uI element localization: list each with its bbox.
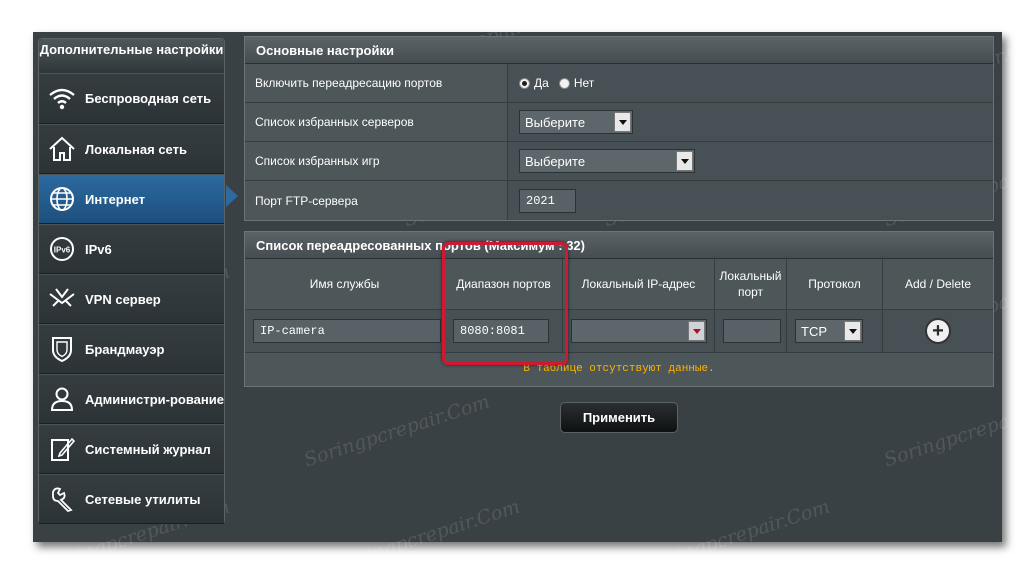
favorite-games-select[interactable]: Выберите — [519, 149, 695, 173]
chevron-down-icon[interactable] — [844, 321, 861, 341]
globe-icon — [39, 184, 85, 214]
active-item-arrow — [226, 185, 238, 207]
enable-forwarding-options: Да Нет — [508, 64, 993, 102]
chevron-down-icon[interactable] — [688, 321, 705, 341]
radio-no-dot[interactable] — [558, 77, 570, 89]
local-port-cell — [715, 310, 787, 352]
sidebar-item-label: IPv6 — [85, 241, 112, 257]
ipv6-globe-icon: IPv6 — [39, 234, 85, 264]
protocol-cell: TCP — [787, 310, 883, 352]
radio-no-label: Нет — [573, 76, 595, 90]
sidebar-item-lan[interactable]: Локальная сеть — [39, 124, 224, 174]
svg-text:IPv6: IPv6 — [54, 246, 71, 255]
log-edit-icon — [39, 434, 85, 464]
add-icon[interactable]: + — [925, 318, 951, 344]
new-rule-row: IP-camera 8080:8081 TCP + — [245, 310, 993, 353]
favorite-games-row: Список избранных игр Выберите — [245, 142, 993, 181]
sidebar-item-network-tools[interactable]: Сетевые утилиты — [39, 474, 224, 524]
enable-forwarding-label: Включить переадресацию портов — [245, 64, 508, 102]
protocol-select[interactable]: TCP — [795, 319, 863, 343]
service-name-cell: IP-camera — [245, 310, 445, 352]
sidebar-item-label: Администри-рование — [85, 391, 224, 407]
local-ip-cell — [563, 310, 715, 352]
port-range-highlight — [442, 242, 568, 365]
apply-button[interactable]: Применить — [560, 402, 678, 433]
sidebar-item-label: Локальная сеть — [85, 141, 187, 157]
radio-no[interactable]: Нет — [558, 76, 595, 90]
chevron-down-icon[interactable] — [676, 151, 693, 171]
shield-icon — [39, 334, 85, 364]
main-content: Основные настройки Включить переадресаци… — [244, 36, 994, 387]
sidebar-item-system-log[interactable]: Системный журнал — [39, 424, 224, 474]
column-header: Локальный порт — [715, 259, 787, 309]
forwarded-ports-panel: Список переадресованных портов (Максимум… — [244, 231, 994, 387]
column-header: Имя службы — [245, 259, 445, 309]
vpn-icon — [39, 284, 85, 314]
radio-yes[interactable]: Да — [519, 76, 549, 90]
radio-yes-dot[interactable] — [519, 77, 530, 89]
sidebar-item-label: Сетевые утилиты — [85, 491, 201, 507]
column-header: Локальный IP-адрес — [563, 259, 715, 309]
favorite-games-label: Список избранных игр — [245, 142, 508, 180]
sidebar-title: Дополнительные настройки — [39, 39, 224, 73]
ftp-port-cell: 2021 — [508, 181, 993, 220]
add-delete-cell: + — [883, 310, 993, 352]
favorite-servers-row: Список избранных серверов Выберите — [245, 103, 993, 142]
chevron-down-icon[interactable] — [614, 112, 631, 132]
sidebar-item-administration[interactable]: Администри-рование — [39, 374, 224, 424]
sidebar-item-label: Брандмауэр — [85, 341, 165, 357]
sidebar-item-ipv6[interactable]: IPv6 IPv6 — [39, 224, 224, 274]
sidebar-item-vpn[interactable]: VPN сервер — [39, 274, 224, 324]
ftp-port-row: Порт FTP-сервера 2021 — [245, 181, 993, 220]
service-name-input[interactable]: IP-camera — [253, 319, 441, 343]
basic-settings-panel: Основные настройки Включить переадресаци… — [244, 36, 994, 221]
sidebar-item-label: Интернет — [85, 191, 146, 207]
local-port-input[interactable] — [723, 319, 781, 343]
favorite-servers-select-value: Выберите — [525, 114, 586, 130]
ftp-port-input[interactable]: 2021 — [519, 188, 576, 213]
enable-forwarding-row: Включить переадресацию портов Да Нет — [245, 64, 993, 103]
home-icon — [39, 134, 85, 164]
forwarded-ports-title: Список переадресованных портов (Максимум… — [245, 232, 993, 259]
sidebar-item-label: Системный журнал — [85, 441, 211, 457]
wifi-icon — [39, 84, 85, 114]
table-header: Имя службы Диапазон портов Локальный IP-… — [245, 259, 993, 310]
favorite-servers-label: Список избранных серверов — [245, 103, 508, 141]
basic-settings-title: Основные настройки — [245, 37, 993, 64]
local-ip-input[interactable] — [571, 319, 707, 343]
sidebar-item-internet[interactable]: Интернет — [39, 174, 224, 224]
sidebar-item-firewall[interactable]: Брандмауэр — [39, 324, 224, 374]
sidebar-item-label: VPN сервер — [85, 291, 161, 307]
favorite-servers-select[interactable]: Выберите — [519, 110, 633, 134]
favorite-games-select-value: Выберите — [525, 153, 586, 169]
favorite-servers-cell: Выберите — [508, 103, 993, 141]
column-header: Add / Delete — [883, 259, 993, 309]
sidebar: Дополнительные настройки Беспроводная се… — [38, 38, 225, 524]
radio-yes-label: Да — [534, 76, 549, 90]
tools-icon — [39, 484, 85, 514]
ftp-port-label: Порт FTP-сервера — [245, 181, 508, 220]
sidebar-item-wireless[interactable]: Беспроводная сеть — [39, 73, 224, 124]
admin-user-icon — [39, 384, 85, 414]
empty-table-message: В таблице отсутствуют данные. — [245, 353, 993, 386]
column-header: Протокол — [787, 259, 883, 309]
favorite-games-cell: Выберите — [508, 142, 993, 180]
protocol-select-value: TCP — [801, 323, 827, 339]
sidebar-item-label: Беспроводная сеть — [85, 91, 212, 106]
